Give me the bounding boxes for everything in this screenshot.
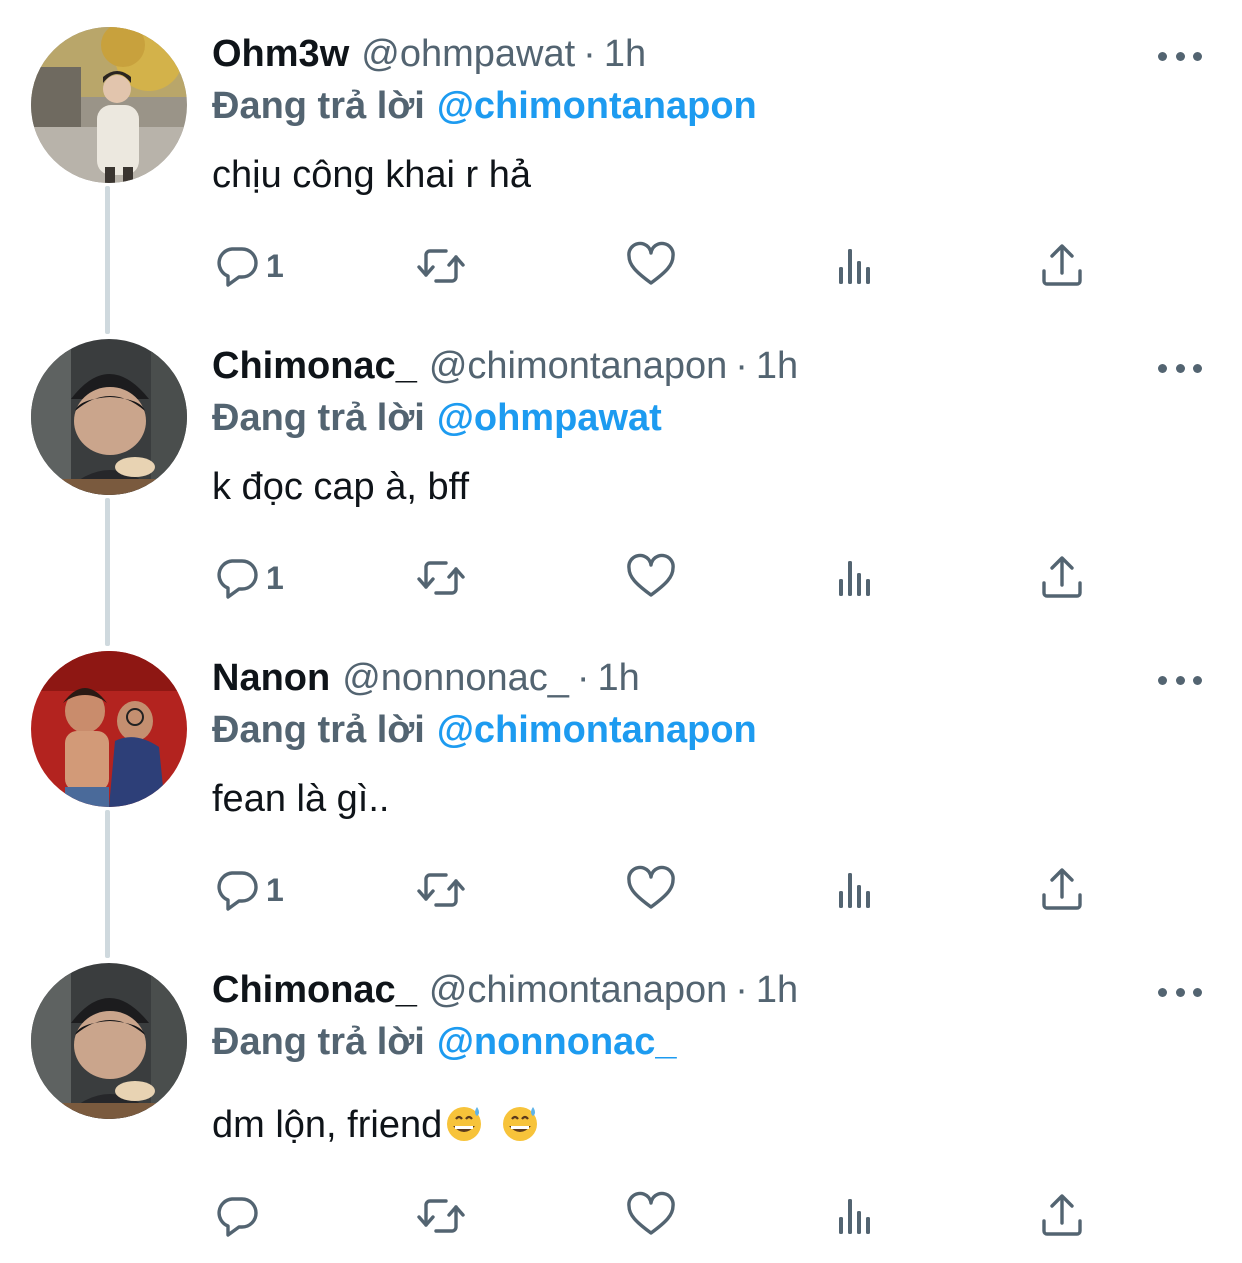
display-name[interactable]: Ohm3w xyxy=(212,33,349,75)
timestamp[interactable]: 1h xyxy=(756,969,798,1011)
display-name[interactable]: Chimonac_ xyxy=(212,969,417,1011)
retweet-icon xyxy=(417,1199,465,1233)
retweet-button[interactable] xyxy=(416,1188,466,1244)
replying-to: Đang trả lời @chimontanapon xyxy=(212,82,757,130)
reply-icon xyxy=(217,871,258,911)
mention-link[interactable]: @chimontanapon xyxy=(437,709,757,751)
reply-count: 1 xyxy=(266,871,284,908)
mention-link[interactable]: @nonnonac_ xyxy=(437,1021,677,1063)
retweet-icon xyxy=(417,873,465,907)
more-icon[interactable] xyxy=(1158,670,1202,690)
reply-icon xyxy=(217,559,258,599)
reply-count: 1 xyxy=(266,559,284,596)
separator-dot: · xyxy=(735,345,748,387)
replying-prefix: Đang trả lời xyxy=(212,709,425,751)
tweet-header: Chimonac_ @chimontanapon · 1h xyxy=(212,342,798,392)
reply-icon xyxy=(217,1197,258,1237)
like-icon xyxy=(627,865,675,909)
avatar[interactable] xyxy=(31,963,187,1119)
mention-link[interactable]: @chimontanapon xyxy=(437,85,757,127)
grinning-sweat-emoji xyxy=(503,1107,538,1141)
views-button[interactable] xyxy=(832,862,882,918)
tweet-text-row: dm lộn, friend xyxy=(212,1100,540,1150)
tweet-text: dm lộn, friend xyxy=(212,1104,443,1146)
views-icon xyxy=(839,873,870,908)
share-button[interactable] xyxy=(1037,550,1087,606)
display-name[interactable]: Nanon xyxy=(212,657,330,699)
like-icon xyxy=(627,553,675,597)
action-bar: 1 xyxy=(0,550,1242,606)
tweet[interactable]: Nanon @nonnonac_ · 1h Đang trả lời @chimonta… xyxy=(0,624,1242,936)
share-button[interactable] xyxy=(1037,1188,1087,1244)
user-handle[interactable]: @ohmpawat xyxy=(361,33,575,75)
mention-link[interactable]: @ohmpawat xyxy=(437,397,662,439)
action-bar: 1 xyxy=(0,238,1242,294)
share-icon xyxy=(1042,1194,1082,1236)
like-button[interactable] xyxy=(626,862,676,918)
replying-prefix: Đang trả lời xyxy=(212,85,425,127)
reply-button[interactable] xyxy=(212,1188,266,1244)
replying-to: Đang trả lời @ohmpawat xyxy=(212,394,662,442)
tweet[interactable]: Chimonac_ @chimontanapon · 1h Đang trả lời @… xyxy=(0,936,1242,1248)
user-handle[interactable]: @nonnonac_ xyxy=(342,657,569,699)
retweet-icon xyxy=(417,249,465,283)
separator-dot: · xyxy=(583,33,596,75)
user-handle[interactable]: @chimontanapon xyxy=(429,345,727,387)
user-handle[interactable]: @chimontanapon xyxy=(429,969,727,1011)
retweet-button[interactable] xyxy=(416,550,466,606)
tweet-header: Chimonac_ @chimontanapon · 1h xyxy=(212,966,798,1016)
tweet-text: k đọc cap à, bff xyxy=(212,466,470,508)
replying-prefix: Đang trả lời xyxy=(212,397,425,439)
retweet-icon xyxy=(417,561,465,595)
more-icon[interactable] xyxy=(1158,46,1202,66)
replying-to: Đang trả lời @chimontanapon xyxy=(212,706,757,754)
more-icon[interactable] xyxy=(1158,358,1202,378)
like-button[interactable] xyxy=(626,238,676,294)
share-button[interactable] xyxy=(1037,238,1087,294)
reply-count: 1 xyxy=(266,247,284,284)
like-icon xyxy=(627,1191,675,1235)
tweet-header: Ohm3w @ohmpawat · 1h xyxy=(212,30,646,80)
separator-dot: · xyxy=(735,969,748,1011)
share-icon xyxy=(1042,244,1082,286)
avatar[interactable] xyxy=(31,339,187,495)
timestamp[interactable]: 1h xyxy=(604,33,646,75)
action-bar: 1 xyxy=(0,862,1242,918)
tweet-text: fean là gì.. xyxy=(212,778,390,820)
more-icon[interactable] xyxy=(1158,982,1202,1002)
tweet-text: chịu công khai r hả xyxy=(212,154,531,196)
like-button[interactable] xyxy=(626,550,676,606)
avatar[interactable] xyxy=(31,27,187,183)
timestamp[interactable]: 1h xyxy=(598,657,640,699)
reply-icon xyxy=(217,247,258,287)
reply-button[interactable]: 1 xyxy=(212,238,284,294)
like-button[interactable] xyxy=(626,1188,676,1244)
retweet-button[interactable] xyxy=(416,862,466,918)
grinning-sweat-emoji xyxy=(447,1107,482,1141)
action-bar xyxy=(0,1188,1242,1244)
tweet[interactable]: Ohm3w @ohmpawat · 1h Đang trả lời @chimontan… xyxy=(0,0,1242,312)
share-icon xyxy=(1042,556,1082,598)
views-button[interactable] xyxy=(832,550,882,606)
replying-to: Đang trả lời @nonnonac_ xyxy=(212,1018,677,1066)
views-icon xyxy=(839,561,870,596)
tweet-header: Nanon @nonnonac_ · 1h xyxy=(212,654,640,704)
views-button[interactable] xyxy=(832,1188,882,1244)
timestamp[interactable]: 1h xyxy=(756,345,798,387)
avatar[interactable] xyxy=(31,651,187,807)
tweet[interactable]: Chimonac_ @chimontanapon · 1h Đang trả lời @… xyxy=(0,312,1242,624)
separator-dot: · xyxy=(576,657,590,699)
retweet-button[interactable] xyxy=(416,238,466,294)
views-icon xyxy=(839,1199,870,1234)
display-name[interactable]: Chimonac_ xyxy=(212,345,417,387)
like-icon xyxy=(627,241,675,285)
share-button[interactable] xyxy=(1037,862,1087,918)
views-icon xyxy=(839,249,870,284)
reply-button[interactable]: 1 xyxy=(212,550,284,606)
views-button[interactable] xyxy=(832,238,882,294)
reply-button[interactable]: 1 xyxy=(212,862,284,918)
share-icon xyxy=(1042,868,1082,910)
replying-prefix: Đang trả lời xyxy=(212,1021,425,1063)
